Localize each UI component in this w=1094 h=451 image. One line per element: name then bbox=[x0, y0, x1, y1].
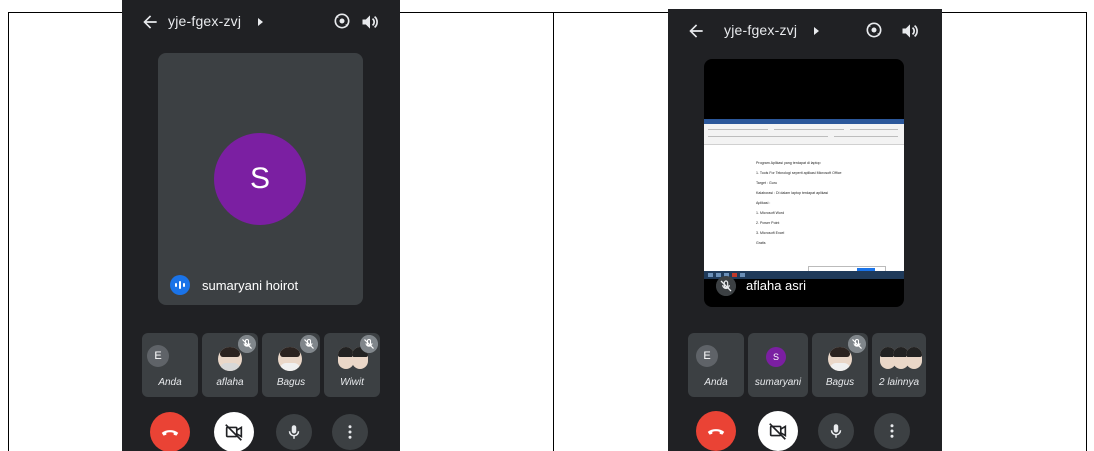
mic-off-icon bbox=[238, 335, 256, 353]
main-participant-tile[interactable]: Program Aplikasi yang terdapat di laptop… bbox=[704, 59, 904, 307]
participant-thumb-name: aflaha bbox=[216, 377, 244, 388]
switch-camera-icon[interactable] bbox=[332, 11, 352, 31]
participant-avatar: S bbox=[214, 133, 306, 225]
document-line: 1. Microsoft Word bbox=[756, 211, 785, 215]
participant-thumb-name: Bagus bbox=[825, 377, 855, 388]
participant-thumb[interactable]: 2 lainnya bbox=[872, 333, 926, 397]
meet-screen-right: yje-fgex-zvj Program Aplikasi yang terda bbox=[668, 9, 942, 451]
camera-toggle-button[interactable] bbox=[758, 411, 798, 451]
participant-thumb-name: 2 lainnya bbox=[878, 377, 920, 388]
participant-thumb[interactable]: aflaha bbox=[202, 333, 258, 397]
speaker-icon[interactable] bbox=[360, 12, 380, 32]
top-bar: yje-fgex-zvj bbox=[122, 0, 400, 44]
camera-off-icon bbox=[225, 424, 243, 441]
participant-thumb[interactable]: E Anda bbox=[688, 333, 744, 397]
participant-photo bbox=[278, 347, 302, 371]
top-bar: yje-fgex-zvj bbox=[668, 9, 942, 53]
camera-toggle-button[interactable] bbox=[214, 412, 254, 451]
participant-thumb[interactable]: Bagus bbox=[262, 333, 320, 397]
caret-right-icon[interactable] bbox=[814, 27, 819, 35]
back-arrow-icon[interactable] bbox=[686, 21, 706, 41]
meet-screen-left: yje-fgex-zvj S sumaryani hoirot E Anda a… bbox=[122, 0, 400, 451]
participant-thumb[interactable]: Wiwit bbox=[324, 333, 380, 397]
participant-thumb[interactable]: E Anda bbox=[142, 333, 198, 397]
participant-thumb-name: Anda bbox=[704, 377, 728, 388]
more-options-button[interactable] bbox=[874, 413, 910, 449]
participant-thumb[interactable]: Bagus bbox=[812, 333, 868, 397]
hang-up-icon bbox=[707, 429, 725, 435]
participant-thumb-name: sumaryani bbox=[754, 377, 802, 388]
participant-thumb-name: Wiwit bbox=[340, 377, 364, 388]
end-call-button[interactable] bbox=[696, 411, 736, 451]
document-line: 2. Power Point bbox=[756, 221, 780, 225]
document-line: Gratis bbox=[756, 241, 766, 245]
more-vert-icon bbox=[348, 425, 352, 439]
table-divider bbox=[553, 12, 554, 451]
participant-strip: E Anda aflaha Bagus Wiwit bbox=[142, 333, 380, 397]
participant-avatar: S bbox=[766, 347, 786, 367]
participant-avatar: E bbox=[147, 345, 169, 367]
call-controls bbox=[122, 412, 400, 451]
participant-thumb-name: Bagus bbox=[276, 377, 306, 388]
document-line: Kalaborasi : Di dalam laptop terdapat ap… bbox=[756, 191, 829, 195]
microphone-button[interactable] bbox=[276, 414, 312, 450]
speaking-icon bbox=[170, 275, 190, 295]
more-vert-icon bbox=[890, 424, 894, 438]
word-ribbon bbox=[704, 124, 904, 145]
meeting-code[interactable]: yje-fgex-zvj bbox=[724, 22, 797, 38]
call-controls bbox=[668, 411, 942, 451]
more-options-button[interactable] bbox=[332, 414, 368, 450]
document-line: Target : Guru bbox=[756, 181, 777, 185]
hang-up-icon bbox=[161, 430, 179, 436]
mic-off-icon bbox=[300, 335, 318, 353]
mic-off-icon bbox=[848, 335, 866, 353]
camera-off-icon bbox=[769, 423, 787, 440]
participant-name: sumaryani hoirot bbox=[202, 278, 299, 293]
participant-strip: E Anda S sumaryani Bagus 2 lainnya bbox=[688, 333, 926, 397]
mic-off-icon bbox=[716, 276, 736, 296]
shared-screen: Program Aplikasi yang terdapat di laptop… bbox=[704, 119, 904, 279]
document-line: Program Aplikasi yang terdapat di laptop bbox=[756, 161, 821, 165]
participant-thumb-name: Anda bbox=[158, 377, 182, 388]
end-call-button[interactable] bbox=[150, 412, 190, 451]
participant-name: aflaha asri bbox=[746, 278, 806, 293]
participant-photo bbox=[218, 347, 242, 371]
document-page: Program Aplikasi yang terdapat di laptop… bbox=[716, 147, 904, 267]
document-line: 3. Microsoft Excel bbox=[756, 231, 785, 235]
participant-avatar: E bbox=[696, 345, 718, 367]
caret-right-icon[interactable] bbox=[258, 18, 263, 26]
microphone-button[interactable] bbox=[818, 413, 854, 449]
document-line: 1. Tools For Teknologi seperti aplikasi … bbox=[756, 171, 842, 175]
mic-off-icon bbox=[360, 335, 378, 353]
back-arrow-icon[interactable] bbox=[140, 12, 160, 32]
meeting-code[interactable]: yje-fgex-zvj bbox=[168, 13, 241, 29]
participant-thumb[interactable]: S sumaryani bbox=[748, 333, 808, 397]
participant-photo bbox=[880, 347, 922, 371]
speaker-icon[interactable] bbox=[900, 21, 920, 41]
main-participant-tile[interactable]: S sumaryani hoirot bbox=[158, 53, 363, 305]
switch-camera-icon[interactable] bbox=[864, 20, 884, 40]
participant-photo bbox=[828, 347, 852, 371]
table-border bbox=[1086, 12, 1087, 451]
document-line: Aplikasi : bbox=[756, 201, 771, 205]
microphone-icon bbox=[288, 425, 300, 439]
microphone-icon bbox=[830, 424, 842, 438]
